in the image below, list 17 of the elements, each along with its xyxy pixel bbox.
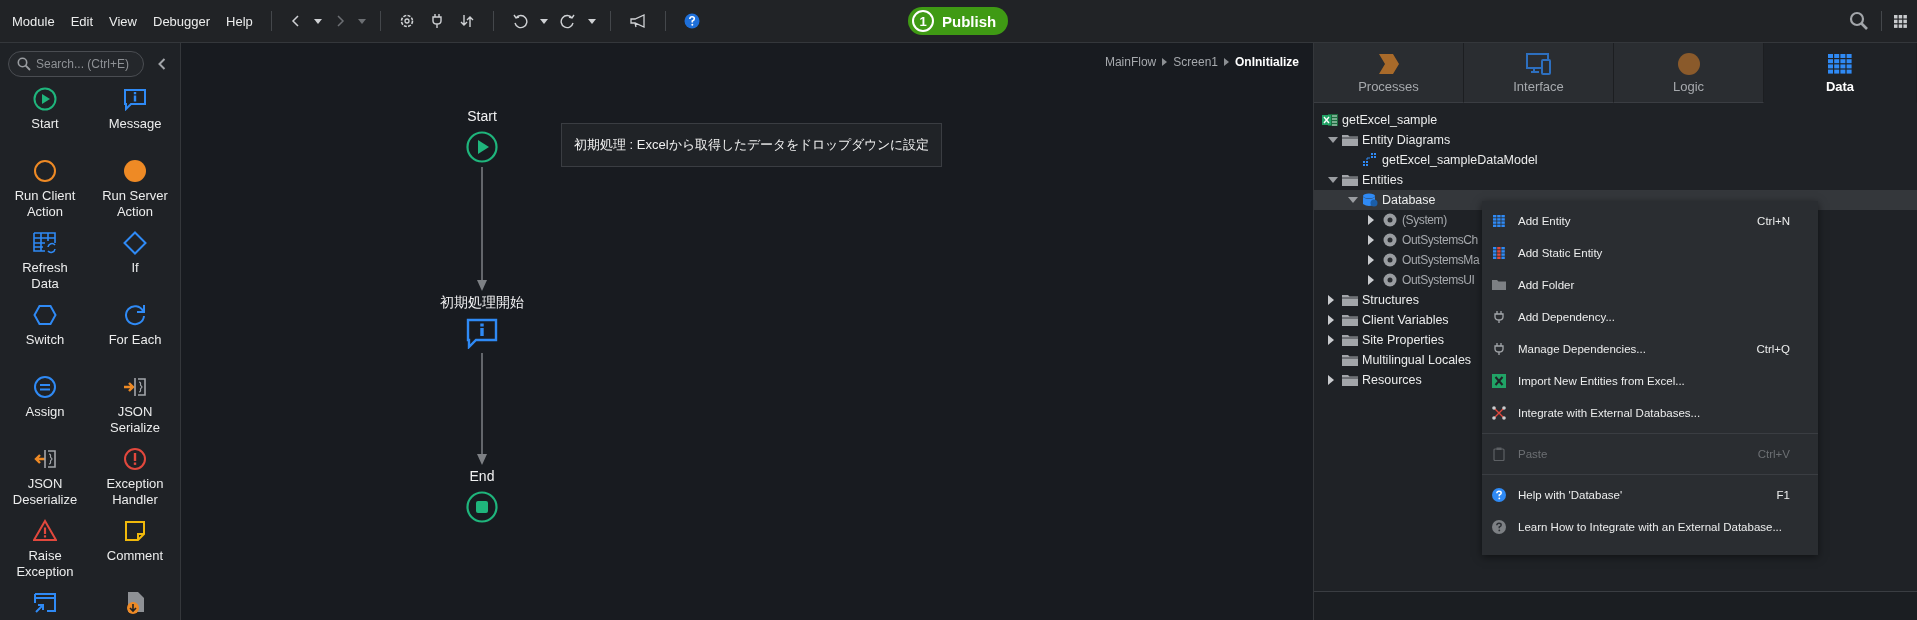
tool-label: Switch [25, 332, 65, 348]
node-label: 初期処理開始 [440, 293, 524, 311]
tool-label: Run Server Action [101, 188, 169, 220]
tool-label: Raise Exception [15, 548, 75, 580]
tool-label: If [131, 260, 139, 276]
tool-label: Assign [25, 404, 65, 420]
tool-label: Comment [106, 548, 164, 564]
tool-label: Exception Handler [105, 476, 165, 508]
tool-label: Refresh Data [21, 260, 69, 292]
tool-label: Message [108, 116, 162, 132]
tool-label: Start [31, 116, 59, 132]
tool-label: Run Client Action [13, 188, 77, 220]
tool-label: For Each [108, 332, 162, 348]
node-label: End [469, 467, 495, 485]
tool-label: JSON Deserialize [11, 476, 79, 508]
tool-label: JSON Serialize [109, 404, 161, 436]
node-label: Start [467, 107, 497, 125]
